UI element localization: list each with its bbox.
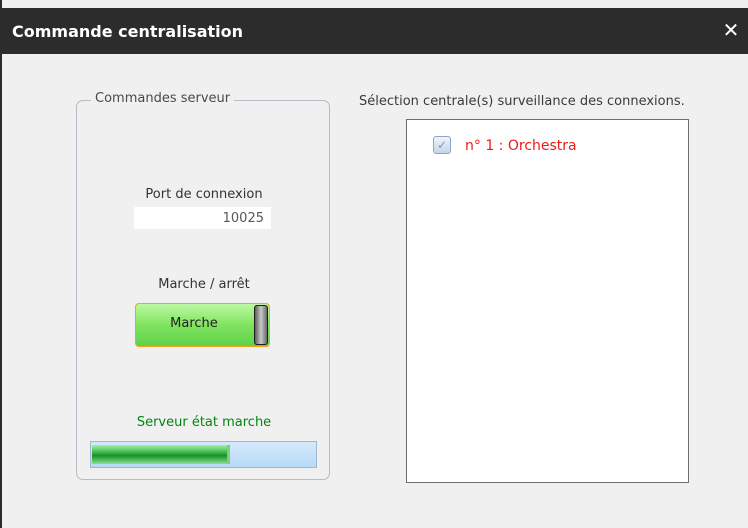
start-stop-toggle[interactable]: Marche [135,303,270,347]
window-title: Commande centralisation [12,22,244,41]
server-commands-group: Commandes serveur Port de connexion Marc… [76,91,330,480]
server-progress-fill [92,445,230,464]
list-item-label: n° 1 : Orchestra [465,138,577,154]
server-commands-title: Commandes serveur [91,91,235,106]
port-input[interactable] [134,207,271,229]
window: Commande centralisation ✕ Commandes serv… [0,0,748,528]
start-stop-label: Marche / arrêt [158,277,250,292]
toggle-label: Marche [170,316,218,331]
close-icon[interactable]: ✕ [720,19,742,41]
title-bar[interactable]: Commande centralisation ✕ [2,8,748,54]
monitoring-listbox[interactable]: ✓ n° 1 : Orchestra [406,119,689,483]
check-icon[interactable]: ✓ [433,136,451,154]
server-progress-bar [90,441,317,468]
port-label: Port de connexion [145,187,263,202]
monitoring-caption: Sélection centrale(s) surveillance des c… [359,94,685,109]
server-status-text: Serveur état marche [136,415,272,430]
toggle-thumb[interactable] [254,305,268,345]
